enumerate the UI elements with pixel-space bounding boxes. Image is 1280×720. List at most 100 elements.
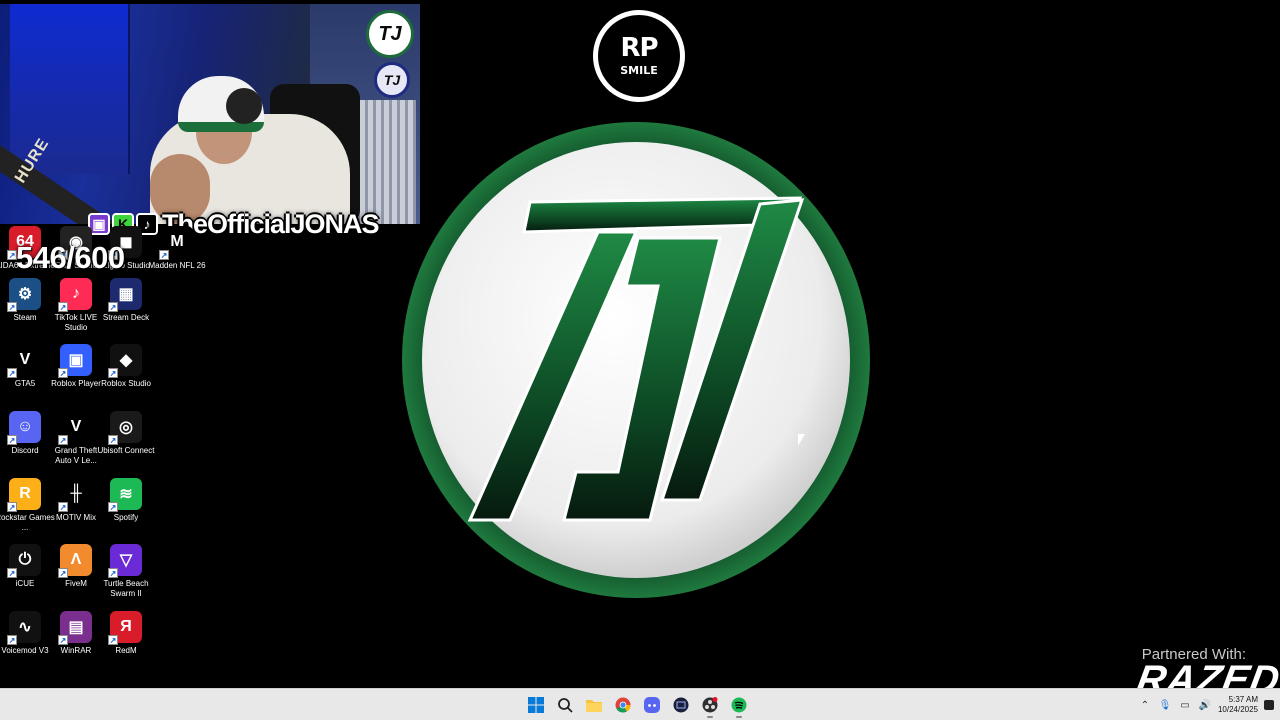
shortcut-arrow-icon: ↗ bbox=[108, 635, 118, 645]
madden-icon: M ↗ bbox=[159, 226, 193, 260]
discord-icon bbox=[644, 697, 660, 713]
clock-date: 10/24/2025 bbox=[1217, 705, 1258, 714]
shortcut-arrow-icon: ↗ bbox=[58, 368, 68, 378]
motiv-icon: ╫ ↗ bbox=[58, 478, 92, 512]
desktop-icon-label: Roblox Studio bbox=[101, 379, 151, 388]
desktop-icon-discord[interactable]: ☺ ↗ Discord bbox=[0, 411, 51, 456]
rp-smile-badge: RP SMILE bbox=[593, 10, 685, 102]
desktop-icon-label: Ubisoft Connect bbox=[97, 446, 155, 455]
shortcut-arrow-icon: ↗ bbox=[7, 635, 17, 645]
shortcut-arrow-icon: ↗ bbox=[7, 435, 17, 445]
microphone-icon[interactable]: 🎙 bbox=[1158, 700, 1172, 711]
desktop-icon-roblox-studio[interactable]: ◆ ↗ Roblox Studio bbox=[100, 344, 152, 389]
rp-badge-sub: SMILE bbox=[620, 64, 658, 77]
shortcut-arrow-icon: ↗ bbox=[58, 302, 68, 312]
desktop-icon-fivem[interactable]: Λ ↗ FiveM bbox=[50, 544, 102, 589]
rp-badge-main: RP bbox=[620, 33, 658, 63]
desktop-icon-redm[interactable]: Я ↗ RedM bbox=[100, 611, 152, 656]
desktop-icon-gta5[interactable]: V ↗ GTA5 bbox=[0, 344, 51, 389]
webcam-overlay: HURE TJ TJ bbox=[0, 4, 420, 224]
webcam-logo-large: TJ bbox=[366, 10, 414, 58]
winrar-icon: ▤ ↗ bbox=[58, 611, 92, 645]
shortcut-arrow-icon: ↗ bbox=[58, 502, 68, 512]
search-button[interactable] bbox=[553, 692, 577, 718]
desktop-icon-ubisoft[interactable]: ◎ ↗ Ubisoft Connect bbox=[98, 411, 154, 456]
shortcut-arrow-icon: ↗ bbox=[159, 250, 169, 260]
shortcut-arrow-icon: ↗ bbox=[7, 502, 17, 512]
system-tray: ⌃ 🎙 ▭ 🔊 5:37 AM 10/24/2025 bbox=[1138, 689, 1280, 720]
chrome-icon bbox=[615, 697, 631, 713]
ubisoft-icon: ◎ ↗ bbox=[108, 411, 142, 445]
desktop-icon-icue[interactable]: ⏻ ↗ iCUE bbox=[0, 544, 51, 589]
chevron-up-icon[interactable]: ⌃ bbox=[1138, 700, 1152, 711]
webcam-logo-small: TJ bbox=[374, 62, 410, 98]
shortcut-arrow-icon: ↗ bbox=[108, 302, 118, 312]
discord-button[interactable] bbox=[640, 692, 664, 718]
shortcut-arrow-icon: ↗ bbox=[7, 568, 17, 578]
desktop-icon-label: Stream Deck bbox=[102, 313, 150, 322]
taskbar-clock[interactable]: 5:37 AM 10/24/2025 bbox=[1218, 695, 1258, 715]
obs-button[interactable] bbox=[698, 692, 722, 718]
spotify-icon: ≋ ↗ bbox=[108, 478, 142, 512]
taskbar-apps bbox=[524, 692, 751, 718]
shortcut-arrow-icon: ↗ bbox=[58, 568, 68, 578]
shortcut-arrow-icon: ↗ bbox=[108, 435, 118, 445]
desktop-icon-roblox-player[interactable]: ▣ ↗ Roblox Player bbox=[50, 344, 102, 389]
folder-icon bbox=[586, 700, 602, 712]
voicemod-icon: ∿ ↗ bbox=[7, 611, 41, 645]
tiktok-icon: ♪ ↗ bbox=[58, 278, 92, 312]
notification-icon[interactable] bbox=[1264, 700, 1274, 710]
shortcut-arrow-icon: ↗ bbox=[58, 635, 68, 645]
shortcut-arrow-icon: ↗ bbox=[58, 435, 68, 445]
shortcut-arrow-icon: ↗ bbox=[7, 302, 17, 312]
chrome-button[interactable] bbox=[611, 692, 635, 718]
roblox-studio-icon: ◆ ↗ bbox=[108, 344, 142, 378]
discord-icon: ☺ ↗ bbox=[7, 411, 41, 445]
gtav-icon: V ↗ bbox=[58, 411, 92, 445]
goal-counter: 546/600 bbox=[16, 240, 125, 275]
shortcut-arrow-icon: ↗ bbox=[7, 368, 17, 378]
webcam-door bbox=[10, 4, 130, 174]
windows-icon bbox=[528, 697, 544, 713]
gta5-icon: V ↗ bbox=[7, 344, 41, 378]
desktop-icon-voicemod[interactable]: ∿ ↗ Voicemod V3 bbox=[0, 611, 51, 656]
desktop-icon-label: RedM bbox=[115, 646, 137, 655]
mouse-cursor bbox=[798, 434, 805, 446]
desktop-icon-madden[interactable]: M ↗ Madden NFL 26 bbox=[148, 226, 206, 271]
desktop-icon-label: Madden NFL 26 bbox=[148, 261, 206, 270]
desktop-icon-winrar[interactable]: ▤ ↗ WinRAR bbox=[50, 611, 102, 656]
shortcut-arrow-icon: ↗ bbox=[108, 502, 118, 512]
desktop-icon-label: Spotify bbox=[113, 513, 139, 522]
network-icon[interactable]: ▭ bbox=[1178, 700, 1192, 711]
icue-icon: ⏻ ↗ bbox=[7, 544, 41, 578]
spotify-icon bbox=[731, 697, 747, 713]
streamdeck-icon: ▦ ↗ bbox=[108, 278, 142, 312]
fivem-icon: Λ ↗ bbox=[58, 544, 92, 578]
desktop-icon-label: Turtle Beach Swarm II bbox=[103, 579, 149, 598]
start-button[interactable] bbox=[524, 692, 548, 718]
tj-wallpaper-logo bbox=[402, 122, 870, 598]
turtle-beach-icon: ▽ ↗ bbox=[108, 544, 142, 578]
spotify-button[interactable] bbox=[727, 692, 751, 718]
desktop-icon-streamdeck[interactable]: ▦ ↗ Stream Deck bbox=[100, 278, 152, 323]
webcam-headset bbox=[226, 88, 262, 124]
desktop-icon-motiv[interactable]: ╫ ↗ MOTIV Mix bbox=[50, 478, 102, 523]
desktop-icon-steam[interactable]: ⚙ ↗ Steam bbox=[0, 278, 51, 323]
search-icon bbox=[558, 698, 573, 713]
volume-icon[interactable]: 🔊 bbox=[1198, 700, 1212, 711]
desktop-icon-rockstar[interactable]: R ↗ Rockstar Games ... bbox=[0, 478, 55, 533]
taskbar: ⌃ 🎙 ▭ 🔊 5:37 AM 10/24/2025 bbox=[0, 688, 1280, 720]
desktop-icon-spotify[interactable]: ≋ ↗ Spotify bbox=[100, 478, 152, 523]
webcam-radiator bbox=[352, 100, 416, 224]
redm-icon: Я ↗ bbox=[108, 611, 142, 645]
desktop-icon-gtav[interactable]: V ↗ Grand Theft Auto V Le... bbox=[50, 411, 102, 466]
shortcut-arrow-icon: ↗ bbox=[108, 568, 118, 578]
roblox-player-icon: ▣ ↗ bbox=[58, 344, 92, 378]
steam-icon: ⚙ ↗ bbox=[7, 278, 41, 312]
file-explorer-button[interactable] bbox=[582, 692, 606, 718]
desktop-icon-turtle-beach[interactable]: ▽ ↗ Turtle Beach Swarm II bbox=[100, 544, 152, 599]
desktop-icon-tiktok[interactable]: ♪ ↗ TikTok LIVE Studio bbox=[50, 278, 102, 333]
shortcut-arrow-icon: ↗ bbox=[108, 368, 118, 378]
stream-deck-button[interactable] bbox=[669, 692, 693, 718]
clock-time: 5:37 AM bbox=[1228, 695, 1258, 704]
